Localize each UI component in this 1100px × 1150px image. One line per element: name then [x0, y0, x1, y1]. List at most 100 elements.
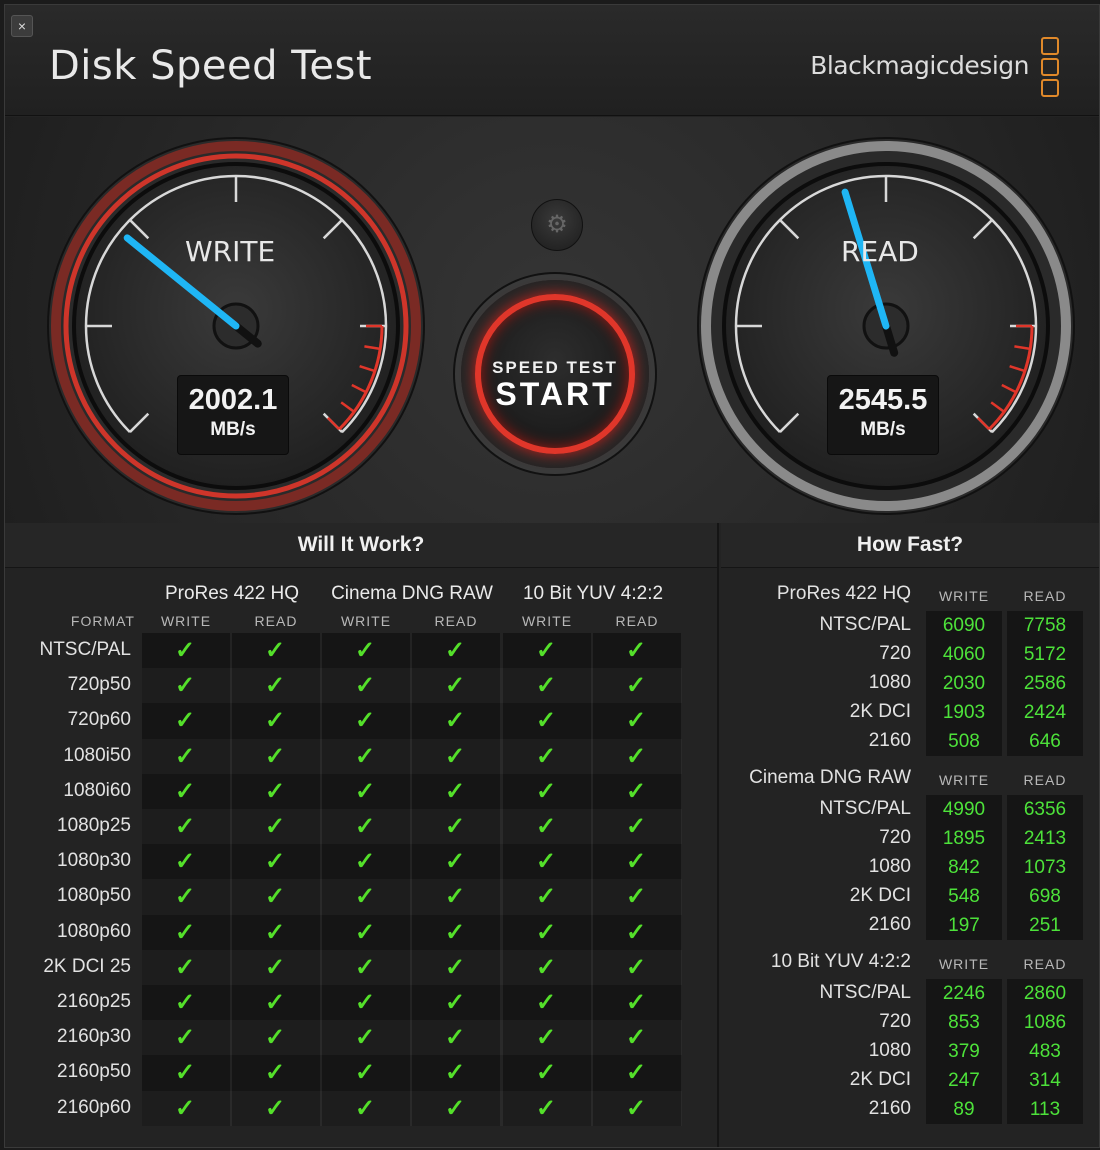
format-row-label: 2160p25	[57, 991, 131, 1012]
check-icon: ✓	[264, 989, 286, 1016]
start-button-label: START	[495, 376, 615, 412]
write-column-header: WRITE	[340, 613, 392, 629]
speed-section-title: ProRes 422 HQ	[776, 583, 911, 604]
read-fps-value: 2424	[1023, 702, 1067, 723]
brand-name: Blackmagicdesign	[810, 51, 1029, 80]
write-column-header: WRITE	[938, 588, 990, 604]
check-icon: ✓	[444, 883, 466, 911]
title-bar: × Disk Speed Test Blackmagicdesign	[5, 5, 1099, 116]
read-fps-value: 483	[1029, 1041, 1061, 1062]
check-icon: ✓	[625, 813, 647, 840]
check-icon: ✓	[444, 637, 466, 664]
check-icon: ✓	[625, 777, 647, 805]
check-icon: ✓	[354, 813, 376, 840]
check-icon: ✓	[354, 918, 376, 946]
start-button-subtitle: SPEED TEST	[492, 358, 618, 377]
check-icon: ✓	[625, 848, 647, 876]
check-icon: ✓	[625, 672, 647, 700]
check-icon: ✓	[535, 848, 557, 876]
check-icon: ✓	[535, 637, 557, 664]
write-gauge-label: WRITE	[185, 235, 276, 268]
read-column-header: READ	[615, 613, 659, 629]
check-icon: ✓	[264, 883, 286, 911]
check-icon: ✓	[174, 813, 196, 840]
read-column-header: READ	[254, 613, 298, 629]
read-fps-value: 2413	[1023, 828, 1067, 849]
write-column-header: WRITE	[938, 772, 990, 788]
speed-section-title: Cinema DNG RAW	[749, 767, 911, 788]
start-button[interactable]: SPEED TEST START	[461, 280, 649, 468]
check-icon: ✓	[535, 1024, 557, 1052]
write-fps-value: 508	[948, 731, 980, 752]
write-fps-value: 1895	[942, 828, 986, 849]
check-icon: ✓	[444, 1024, 466, 1052]
write-fps-value: 853	[948, 1012, 980, 1033]
read-fps-value: 6356	[1023, 799, 1067, 820]
resolution-label: 1080	[868, 672, 911, 693]
format-row-label: 2160p60	[57, 1096, 131, 1118]
gauges-area: WRITE READ 2002.1 MB/s 2545.5 MB/s ⚙ SPE…	[5, 117, 1099, 523]
check-icon: ✓	[535, 777, 557, 805]
check-icon: ✓	[354, 883, 376, 911]
check-icon: ✓	[535, 672, 557, 700]
check-icon: ✓	[354, 989, 376, 1016]
write-fps-value: 4990	[942, 799, 986, 820]
check-icon: ✓	[174, 742, 196, 770]
format-row-label: 720p60	[67, 709, 131, 731]
check-icon: ✓	[264, 918, 286, 946]
resolution-label: 2K DCI	[849, 1069, 911, 1090]
read-column-header: READ	[1023, 772, 1067, 788]
check-icon: ✓	[625, 989, 647, 1016]
write-fps-value: 548	[948, 886, 980, 907]
check-icon: ✓	[535, 1094, 557, 1122]
check-icon: ✓	[625, 918, 647, 946]
check-icon: ✓	[444, 918, 466, 946]
write-fps-value: 6090	[942, 615, 986, 636]
read-fps-value: 698	[1029, 886, 1061, 907]
app-title: Disk Speed Test	[49, 43, 373, 89]
format-row-label: 2160p50	[57, 1061, 131, 1083]
resolution-label: 2160	[868, 914, 911, 935]
check-icon: ✓	[444, 989, 466, 1016]
check-icon: ✓	[264, 1059, 286, 1087]
resolution-label: 1080	[868, 1040, 911, 1061]
check-icon: ✓	[174, 1024, 196, 1052]
write-fps-value: 2246	[942, 983, 986, 1004]
check-icon: ✓	[174, 672, 196, 700]
check-icon: ✓	[625, 953, 647, 981]
write-fps-value: 1903	[942, 702, 986, 723]
write-column-header: WRITE	[160, 613, 212, 629]
check-icon: ✓	[174, 637, 196, 664]
check-icon: ✓	[264, 777, 286, 805]
write-fps-value: 4060	[942, 644, 986, 665]
format-row-label: 2160p30	[57, 1026, 131, 1048]
check-icon: ✓	[264, 848, 286, 876]
close-button[interactable]: ×	[11, 15, 33, 37]
check-icon: ✓	[174, 989, 196, 1016]
format-row-label: 1080i60	[63, 779, 131, 801]
write-fps-value: 247	[948, 1070, 980, 1091]
resolution-label: NTSC/PAL	[819, 982, 911, 1003]
check-icon: ✓	[625, 742, 647, 770]
check-icon: ✓	[264, 1024, 286, 1052]
write-fps-value: 89	[953, 1099, 975, 1120]
check-icon: ✓	[174, 883, 196, 911]
write-column-header: WRITE	[521, 613, 573, 629]
write-fps-value: 2030	[942, 673, 986, 694]
read-speed-unit: MB/s	[860, 419, 906, 440]
check-icon: ✓	[354, 1024, 376, 1052]
check-icon: ✓	[174, 707, 196, 735]
resolution-label: 2160	[868, 1098, 911, 1119]
check-icon: ✓	[444, 848, 466, 876]
resolution-label: 1080	[868, 856, 911, 877]
resolution-label: 2K DCI	[849, 701, 911, 722]
will-it-work-panel: Will It Work? ProRes 422 HQ WRITE READ Cine…	[5, 523, 719, 1147]
format-row-label: 720p50	[67, 674, 131, 696]
check-icon: ✓	[264, 707, 286, 735]
check-icon: ✓	[535, 953, 557, 981]
check-icon: ✓	[354, 953, 376, 981]
disk-speed-test-window: × Disk Speed Test Blackmagicdesign WRITE…	[4, 4, 1100, 1148]
format-group-label: Cinema DNG RAW	[331, 583, 493, 604]
check-icon: ✓	[444, 777, 466, 805]
settings-button[interactable]: ⚙	[531, 199, 583, 251]
